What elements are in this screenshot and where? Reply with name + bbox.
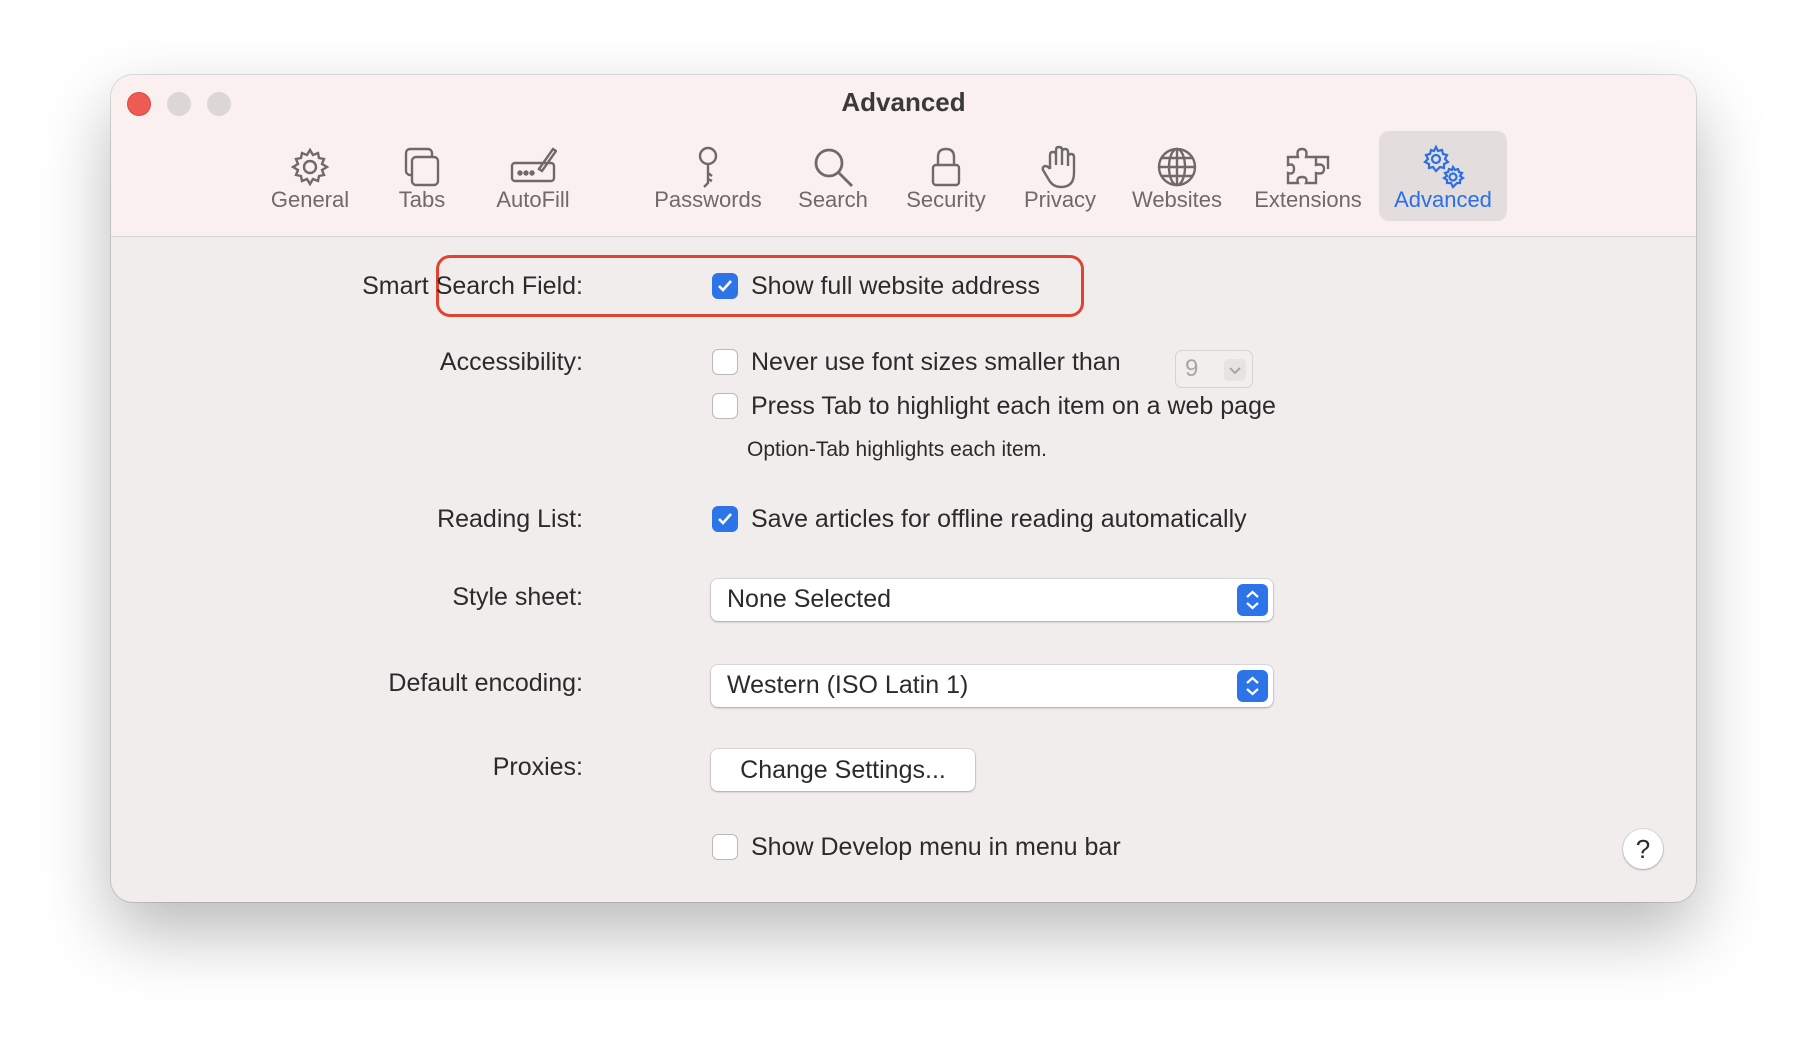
titlebar: Advanced General Tabs AutoFill Passwords… [111, 75, 1696, 237]
tab-websites[interactable]: Websites [1112, 131, 1242, 221]
tab-passwords[interactable]: Passwords [643, 131, 773, 221]
style-sheet-value: None Selected [727, 585, 892, 613]
settings-window: Advanced General Tabs AutoFill Passwords… [111, 75, 1696, 902]
magnifier-icon [814, 148, 853, 187]
style-sheet-select[interactable]: None Selected [711, 579, 1273, 621]
tab-privacy[interactable]: Privacy [995, 131, 1125, 221]
tab-highlight-hint: Option-Tab highlights each item. [747, 438, 1047, 461]
encoding-label: Default encoding: [388, 669, 583, 697]
tab-search-label: Search [798, 187, 868, 212]
tab-extensions-label: Extensions [1254, 187, 1362, 212]
min-font-size-label[interactable]: Never use font sizes smaller than [751, 348, 1121, 377]
tab-autofill[interactable]: AutoFill [468, 131, 598, 221]
checkmark-icon [718, 513, 732, 525]
proxies-label: Proxies: [492, 753, 583, 781]
tab-highlight-checkbox[interactable] [712, 393, 738, 419]
updown-chevron-icon [1237, 670, 1268, 702]
tab-general[interactable]: General [245, 131, 375, 221]
tab-websites-label: Websites [1131, 187, 1223, 212]
encoding-value: Western (ISO Latin 1) [727, 671, 969, 699]
checkmark-icon [718, 280, 732, 292]
hand-icon [1041, 145, 1076, 189]
tab-highlight-label[interactable]: Press Tab to highlight each item on a we… [751, 392, 1276, 421]
tab-advanced-label: Advanced [1394, 187, 1492, 212]
reading-list-label: Reading List: [437, 505, 583, 533]
encoding-select[interactable]: Western (ISO Latin 1) [711, 665, 1273, 707]
puzzle-icon [1286, 147, 1330, 185]
show-full-address-label[interactable]: Show full website address [751, 272, 1040, 301]
chevron-down-icon [1224, 359, 1246, 381]
tab-advanced[interactable]: Advanced [1379, 131, 1507, 221]
preferences-toolbar: General Tabs AutoFill Passwords Search S… [111, 131, 1696, 223]
smart-search-label: Smart Search Field: [362, 272, 583, 300]
offline-reading-checkbox[interactable] [712, 506, 738, 532]
tab-extensions[interactable]: Extensions [1243, 131, 1373, 221]
min-font-size-select[interactable]: 9 [1175, 350, 1253, 388]
tab-passwords-label: Passwords [654, 187, 762, 212]
tab-search[interactable]: Search [768, 131, 898, 221]
min-font-size-checkbox[interactable] [712, 349, 738, 375]
help-button[interactable]: ? [1623, 829, 1663, 869]
accessibility-label: Accessibility: [439, 348, 583, 376]
tab-privacy-label: Privacy [1023, 187, 1097, 212]
change-settings-button[interactable]: Change Settings... [711, 749, 975, 791]
lock-icon [931, 147, 961, 187]
tab-security[interactable]: Security [881, 131, 1011, 221]
show-full-address-checkbox[interactable] [712, 273, 738, 299]
tab-security-label: Security [906, 187, 986, 212]
develop-menu-label[interactable]: Show Develop menu in menu bar [751, 833, 1121, 862]
tab-autofill-label: AutoFill [496, 187, 570, 212]
globe-icon [1157, 147, 1197, 187]
min-font-size-value: 9 [1185, 355, 1199, 382]
tab-general-label: General [270, 187, 350, 212]
window-title: Advanced [841, 87, 966, 117]
offline-reading-label[interactable]: Save articles for offline reading automa… [751, 505, 1247, 534]
autofill-icon [510, 147, 557, 183]
gears-icon [1423, 144, 1465, 189]
key-icon [698, 146, 718, 188]
develop-menu-checkbox[interactable] [712, 834, 738, 860]
updown-chevron-icon [1237, 584, 1268, 616]
tabs-icon [404, 147, 440, 187]
style-sheet-label: Style sheet: [452, 583, 583, 611]
gear-icon [290, 147, 330, 187]
